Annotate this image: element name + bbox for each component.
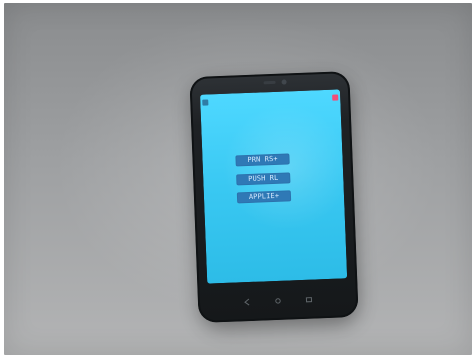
home-icon[interactable] bbox=[273, 297, 283, 305]
recent-apps-icon[interactable] bbox=[304, 296, 314, 304]
phone-navigation-bar bbox=[242, 296, 314, 307]
speaker-icon bbox=[263, 80, 276, 85]
photo-frame: PRN RS+ PUSH RL APPLIE+ bbox=[0, 0, 476, 358]
phone-screen: PRN RS+ PUSH RL APPLIE+ bbox=[200, 89, 348, 284]
applie-button[interactable]: APPLIE+ bbox=[236, 190, 292, 204]
back-icon[interactable] bbox=[242, 298, 252, 306]
record-icon bbox=[332, 94, 339, 101]
phone: PRN RS+ PUSH RL APPLIE+ bbox=[189, 71, 359, 323]
app-icon bbox=[202, 99, 209, 106]
push-rl-button[interactable]: PUSH RL bbox=[236, 172, 291, 186]
camera-icon bbox=[281, 79, 287, 85]
prn-rs-button[interactable]: PRN RS+ bbox=[235, 153, 290, 167]
